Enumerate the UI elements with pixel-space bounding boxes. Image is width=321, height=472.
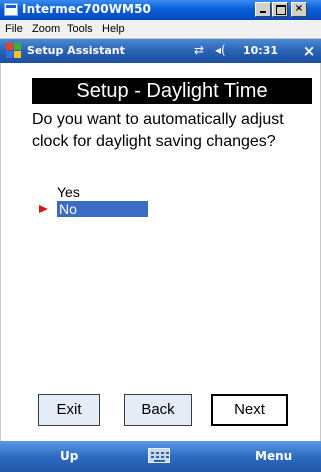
app-title: Setup Assistant — [27, 44, 125, 57]
page-title: Setup - Daylight Time — [32, 78, 312, 104]
window-title-bar[interactable]: Intermec700WM50 × — [0, 0, 321, 20]
softkey-menu[interactable]: Menu — [255, 449, 292, 463]
back-button[interactable]: Back — [124, 394, 192, 426]
device-title-bar: Setup Assistant ⇄ ◂( 10:31 × — [0, 39, 321, 63]
emulator-window: Intermec700WM50 × File Zoom Tools Help S… — [0, 0, 321, 472]
selection-arrow-icon — [39, 205, 48, 213]
setup-panel: Setup - Daylight Time Do you want to aut… — [0, 63, 321, 441]
app-window-icon — [4, 3, 18, 16]
keyboard-icon[interactable] — [148, 448, 170, 463]
menu-bar: File Zoom Tools Help — [0, 20, 321, 39]
softkey-bar: Up Menu — [0, 441, 321, 472]
menu-tools[interactable]: Tools — [67, 23, 93, 35]
close-icon: × — [294, 3, 304, 14]
menu-zoom[interactable]: Zoom — [32, 23, 60, 35]
window-title: Intermec700WM50 — [22, 2, 151, 16]
exit-button[interactable]: Exit — [38, 394, 100, 426]
next-button[interactable]: Next — [211, 394, 288, 426]
windows-flag-icon[interactable] — [6, 43, 22, 59]
clock[interactable]: 10:31 — [243, 44, 278, 57]
close-window-button[interactable]: × — [291, 2, 307, 17]
maximize-button[interactable] — [272, 2, 288, 17]
question-text: Do you want to automatically adjust cloc… — [32, 111, 284, 150]
menu-help[interactable]: Help — [102, 23, 125, 35]
option-no[interactable]: No — [57, 201, 148, 217]
volume-icon[interactable]: ◂( — [215, 43, 226, 57]
connectivity-icon[interactable]: ⇄ — [194, 43, 204, 57]
option-yes[interactable]: Yes — [57, 184, 80, 200]
softkey-up[interactable]: Up — [60, 449, 78, 463]
close-app-icon[interactable]: × — [299, 41, 319, 61]
minimize-button[interactable] — [255, 2, 271, 17]
menu-file[interactable]: File — [5, 23, 23, 35]
